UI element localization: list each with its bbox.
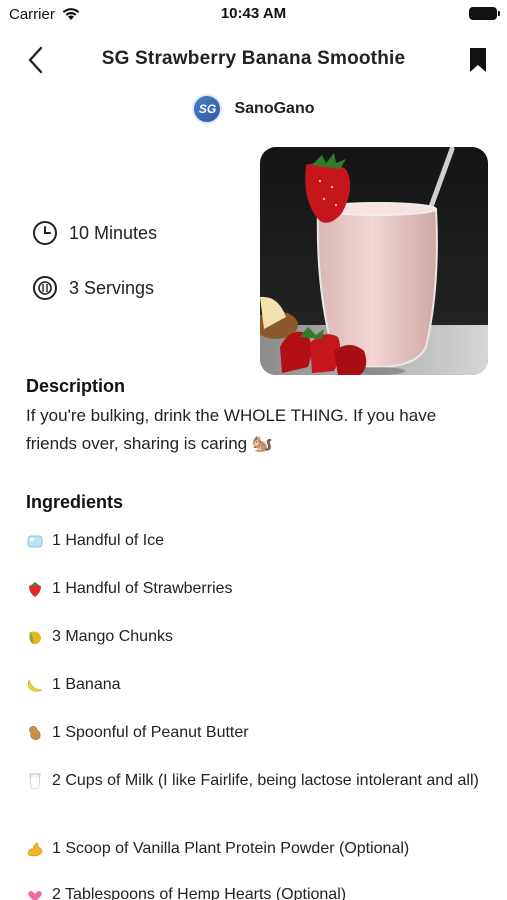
ingredient-text: 2 Tablespoons of Hemp Hearts (Optional): [52, 886, 347, 900]
list-item: 1 Handful of Ice: [26, 530, 164, 552]
banana-icon: [27, 679, 43, 692]
bookmark-button[interactable]: [467, 46, 489, 74]
prep-time-row: 10 Minutes: [32, 220, 157, 246]
mango-icon: [29, 631, 41, 645]
ingredient-text: 1 Spoonful of Peanut Butter: [52, 724, 249, 741]
list-item: 1 Banana: [26, 674, 121, 696]
clock-icon: [33, 221, 57, 245]
description-text: If you're bulking, drink the WHOLE THING…: [26, 406, 437, 453]
peanut-icon: [29, 726, 41, 740]
ice-cube-icon: [27, 535, 43, 548]
battery-icon: [469, 7, 500, 20]
ingredients-heading: Ingredients: [26, 492, 124, 512]
servings-row: 3 Servings: [32, 275, 154, 301]
milk-glass-icon: [29, 773, 41, 789]
ingredient-text: 1 Handful of Ice: [52, 532, 165, 549]
ingredient-text: 1 Banana: [52, 676, 121, 693]
navigation-bar: SG Strawberry Banana Smoothie: [0, 40, 507, 80]
page-title: SG Strawberry Banana Smoothie: [101, 48, 406, 69]
servings-text: 3 Servings: [69, 277, 155, 298]
list-item: 1 Scoop of Vanilla Plant Protein Powder …: [26, 838, 409, 860]
list-item: 2 Cups of Milk (I like Fairlife, being l…: [26, 770, 479, 792]
hearts-icon: [28, 891, 42, 900]
ingredient-text: 3 Mango Chunks: [52, 628, 173, 645]
list-item: 3 Mango Chunks: [26, 626, 173, 648]
flexed-biceps-icon: [27, 842, 43, 857]
strawberry-icon: [29, 582, 41, 597]
prep-time-text: 10 Minutes: [69, 222, 158, 243]
status-bar: Carrier 10:43 AM: [0, 0, 507, 28]
list-item: 2 Tablespoons of Hemp Hearts (Optional): [26, 884, 346, 900]
list-item: 1 Spoonful of Peanut Butter: [26, 722, 249, 744]
servings-icon: [33, 276, 57, 300]
recipe-photo: [260, 147, 488, 375]
ingredient-text: 2 Cups of Milk (I like Fairlife, being l…: [52, 772, 479, 789]
status-time: 10:43 AM: [220, 5, 287, 22]
author-name: SanoGano: [234, 100, 315, 117]
ingredient-text: 1 Handful of Strawberries: [52, 580, 233, 597]
avatar: SG: [192, 94, 223, 124]
author-row[interactable]: SG SanoGano: [0, 92, 507, 126]
description-heading: Description: [26, 376, 126, 396]
ingredient-text: 1 Scoop of Vanilla Plant Protein Powder …: [52, 840, 410, 857]
list-item: 1 Handful of Strawberries: [26, 578, 233, 600]
